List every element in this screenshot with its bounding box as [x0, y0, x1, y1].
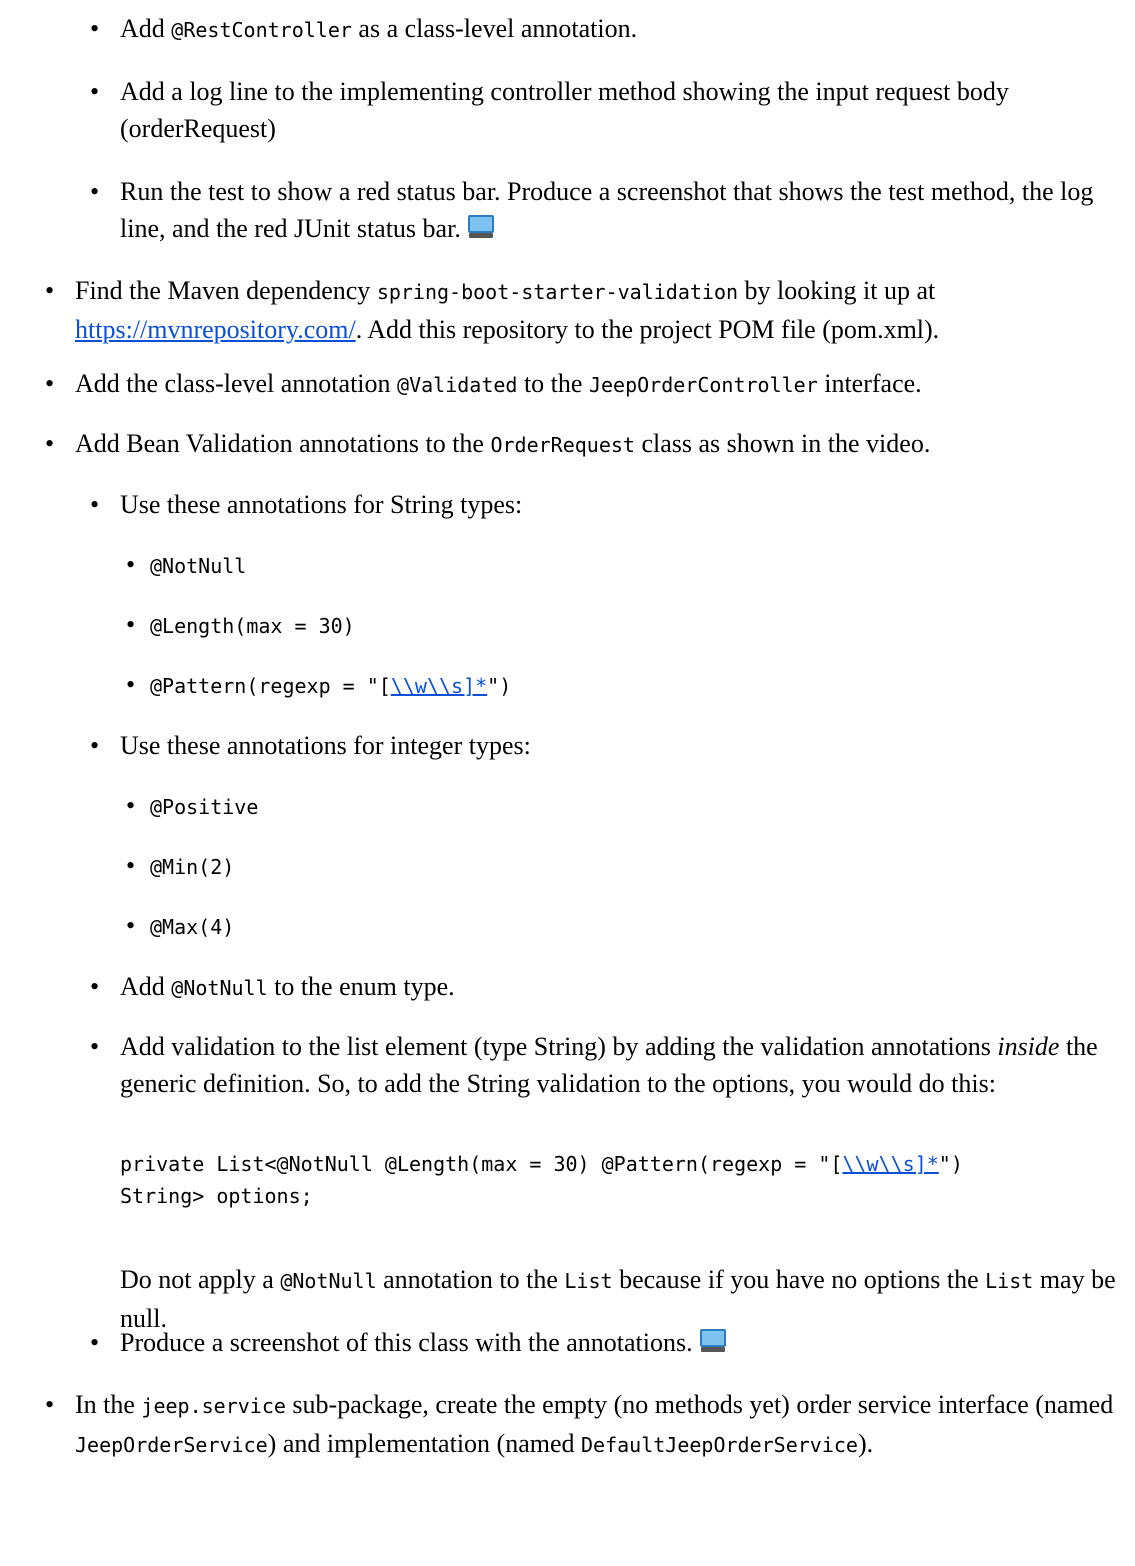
- list-item: @Length(max = 30): [150, 614, 355, 638]
- mvnrepository-link[interactable]: https://mvnrepository.com/: [75, 315, 356, 344]
- list-item: @Min(2): [150, 855, 235, 879]
- list-item: @NotNull: [150, 554, 247, 578]
- bullet: •: [45, 1390, 55, 1419]
- list-item: Use these annotations for integer types:: [120, 731, 531, 760]
- list-item: @Positive: [150, 795, 259, 819]
- list-item: @Pattern(regexp = "[\\w\\s]*"): [150, 674, 512, 698]
- list-item: Use these annotations for String types:: [120, 490, 523, 519]
- bullet: •: [126, 610, 136, 639]
- bullet: •: [126, 851, 136, 880]
- bullet: •: [126, 670, 136, 699]
- list-item: Add validation to the list element (type…: [120, 1032, 1098, 1098]
- bullet: •: [126, 911, 136, 940]
- bullet: •: [90, 490, 100, 519]
- regex-link[interactable]: \\w\\s]*: [842, 1152, 938, 1176]
- bullet: •: [90, 972, 100, 1001]
- monitor-icon: [699, 1327, 727, 1364]
- monitor-icon: [467, 213, 495, 250]
- list-item: Find the Maven dependency spring-boot-st…: [75, 276, 940, 344]
- list-item: In the jeep.service sub-package, create …: [75, 1390, 1114, 1458]
- bullet: •: [90, 177, 100, 206]
- bullet: •: [45, 276, 55, 305]
- bullet: •: [45, 369, 55, 398]
- list-item: Add the class-level annotation @Validate…: [75, 369, 922, 398]
- code-block: private List<@NotNull @Length(max = 30) …: [120, 1152, 963, 1208]
- regex-link[interactable]: \\w\\s]*: [391, 674, 487, 698]
- list-item: Run the test to show a red status bar. P…: [120, 173, 1130, 250]
- bullet: •: [45, 429, 55, 458]
- list-item: Add a log line to the implementing contr…: [120, 77, 1009, 143]
- bullet: •: [126, 791, 136, 820]
- list-item: @Max(4): [150, 915, 235, 939]
- list-item: Add @RestController as a class-level ann…: [120, 14, 638, 43]
- bullet: •: [90, 14, 100, 43]
- list-item: Add @NotNull to the enum type.: [120, 972, 455, 1001]
- bullet: •: [90, 1032, 100, 1061]
- list-item: Produce a screenshot of this class with …: [120, 1324, 1130, 1364]
- bullet: •: [126, 550, 136, 579]
- bullet: •: [90, 731, 100, 760]
- bullet: •: [90, 77, 100, 106]
- list-item: Add Bean Validation annotations to the O…: [75, 429, 931, 458]
- bullet: •: [90, 1328, 100, 1357]
